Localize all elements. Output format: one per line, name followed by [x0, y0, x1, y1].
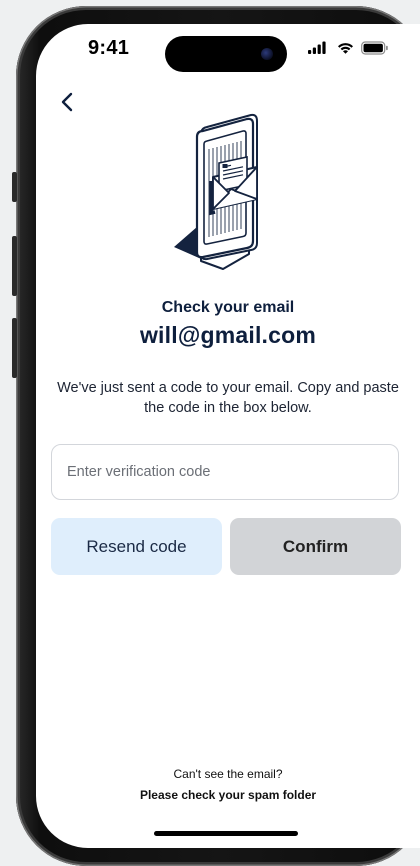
verification-code-input[interactable]: [51, 444, 399, 500]
battery-icon: [361, 41, 388, 55]
camera-icon: [261, 48, 273, 60]
status-icons: [308, 41, 388, 55]
back-button[interactable]: [56, 90, 80, 114]
phone-email-illustration: [174, 113, 258, 270]
action-button: [12, 172, 17, 202]
instruction-text: We've just sent a code to your email. Co…: [57, 380, 399, 416]
footer-question: Can't see the email?: [173, 767, 283, 781]
chevron-left-icon: [61, 92, 73, 112]
dynamic-island: [165, 36, 287, 72]
spam-folder-hint: Please check your spam folder: [139, 788, 317, 802]
page-title: Check your email: [161, 299, 295, 316]
device-mockup: 9:41 Check your email will@gmail.com We'…: [0, 0, 420, 866]
volume-down-button: [12, 318, 17, 378]
resend-code-button[interactable]: Resend code: [51, 518, 222, 575]
email-address: will@gmail.com: [139, 322, 317, 348]
cellular-signal-icon: [308, 41, 326, 54]
volume-up-button: [12, 236, 17, 296]
status-time: 9:41: [88, 37, 130, 59]
confirm-button[interactable]: Confirm: [230, 518, 401, 575]
home-indicator: [154, 831, 298, 836]
wifi-icon: [338, 43, 353, 54]
app-screen: 9:41 Check your email will@gmail.com We'…: [36, 24, 420, 848]
